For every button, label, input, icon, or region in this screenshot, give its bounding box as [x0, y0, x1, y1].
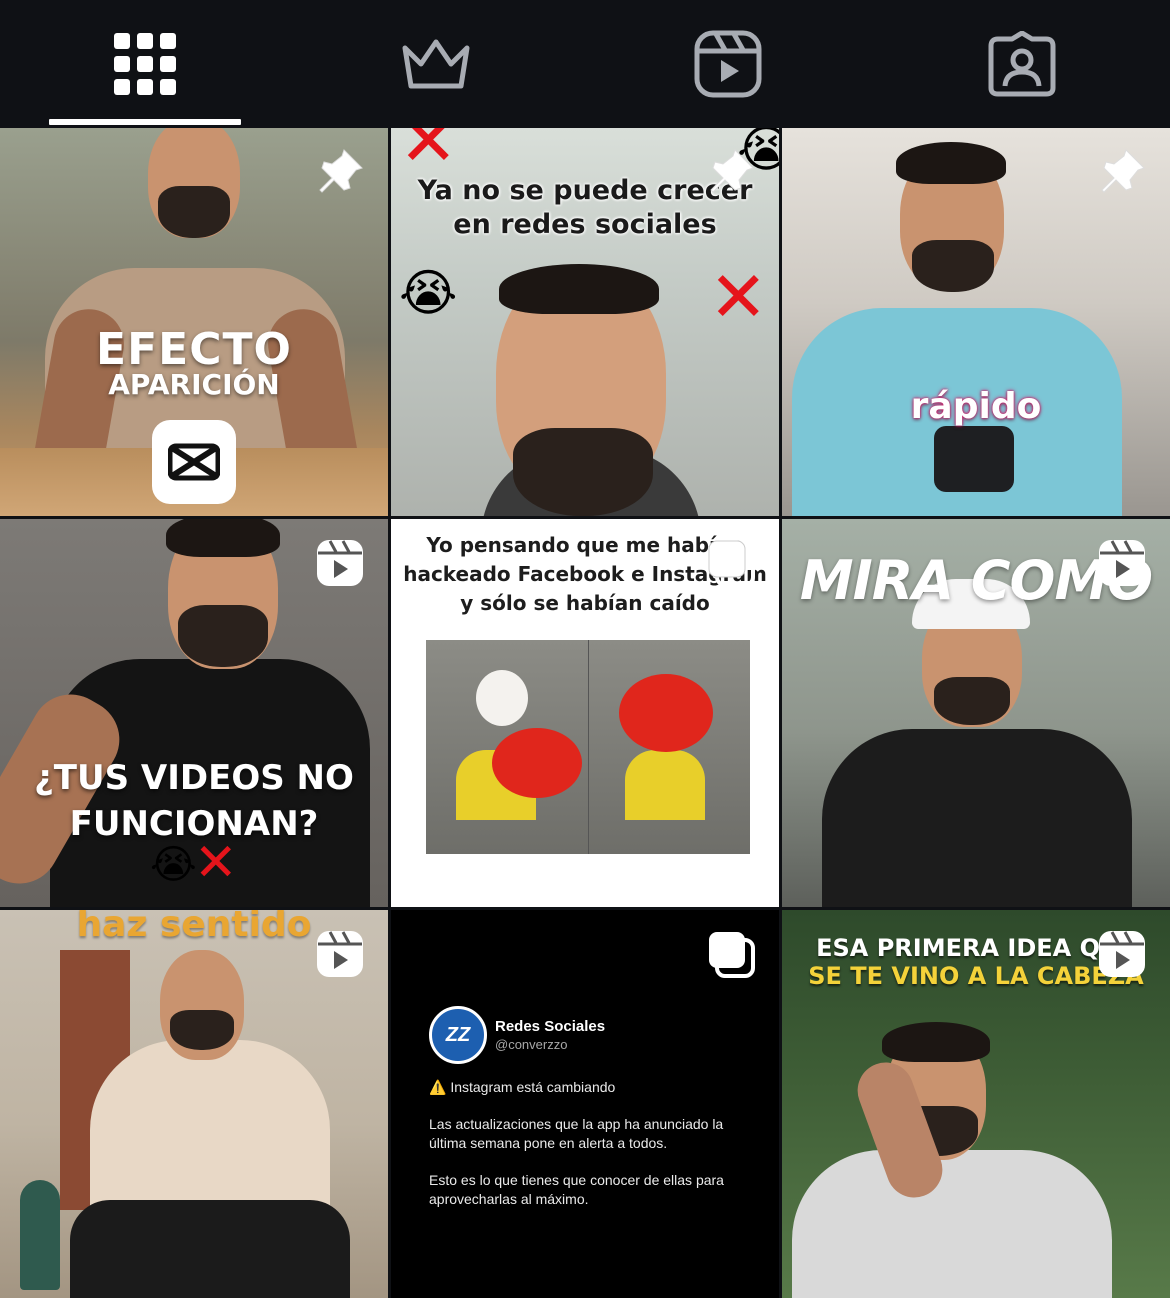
crying-emoji-icon: 😭: [150, 842, 197, 888]
post-tile-6[interactable]: MIRA COMO: [782, 519, 1170, 907]
tweet-card: ZZ Redes Sociales @converzzo ⚠️ Instagra…: [429, 1006, 749, 1209]
person-torso: [822, 729, 1132, 907]
reel-icon: [314, 537, 366, 589]
post-tile-4[interactable]: ¿TUS VIDEOS NO FUNCIONAN? 😭 ✕: [0, 519, 388, 907]
capcut-logo-icon: [152, 420, 236, 504]
post-caption: rápido: [910, 386, 1042, 427]
red-x-icon: ✕: [399, 128, 458, 182]
tagged-user-icon: [988, 31, 1056, 97]
profile-tab-bar: [0, 0, 1170, 128]
reel-icon: [1096, 928, 1148, 980]
avatar: ZZ: [429, 1006, 487, 1064]
reels-icon: [694, 30, 762, 98]
fire-hydrant: [20, 1180, 60, 1290]
tweet-author-name: Redes Sociales: [495, 1018, 606, 1035]
tab-subscriptions[interactable]: [340, 0, 532, 128]
pin-icon: [1096, 146, 1148, 198]
tweet-author-handle: @converzzo: [495, 1037, 568, 1052]
selected-tab-indicator: [49, 119, 241, 125]
person-torso: [792, 1150, 1112, 1298]
post-tile-7[interactable]: haz sentido: [0, 910, 388, 1298]
red-x-icon: ✕: [194, 833, 238, 893]
tab-tagged[interactable]: [926, 0, 1118, 128]
post-tile-5[interactable]: Yo pensando que me habían hackeado Facebo…: [391, 519, 779, 907]
reel-icon: [314, 928, 366, 980]
tweet-text: Esto es lo que tienes que conocer de ell…: [429, 1172, 724, 1207]
tab-reels[interactable]: [632, 0, 824, 128]
post-tile-8[interactable]: ZZ Redes Sociales @converzzo ⚠️ Instagra…: [391, 910, 779, 1298]
crying-emoji-icon: 😭: [399, 264, 458, 322]
tweet-text: ⚠️ Instagram está cambiando: [429, 1079, 616, 1095]
posts-grid: EFECTO APARICIÓN Ya no se puede crecer en…: [0, 128, 1170, 1298]
tweet-text: Las actualizaciones que la app ha anunci…: [429, 1116, 724, 1151]
carousel-icon: [705, 928, 757, 980]
pin-icon: [314, 146, 366, 198]
crown-icon: [402, 39, 470, 89]
reel-icon: [1096, 537, 1148, 589]
post-tile-9[interactable]: ESA PRIMERA IDEA QUE SE TE VINO A LA CAB…: [782, 910, 1170, 1298]
post-caption-sub: APARICIÓN: [108, 368, 280, 401]
post-tile-1[interactable]: EFECTO APARICIÓN: [0, 128, 388, 516]
post-tile-3[interactable]: rápido: [782, 128, 1170, 516]
meme-image: [426, 640, 750, 854]
phone: [934, 426, 1014, 492]
grid-icon: [114, 33, 176, 95]
red-x-icon: ✕: [709, 256, 768, 338]
pin-icon: [705, 146, 757, 198]
carousel-icon: [705, 537, 757, 589]
post-tile-2[interactable]: Ya no se puede crecer en redes sociales 😭…: [391, 128, 779, 516]
tab-posts[interactable]: [49, 0, 241, 128]
